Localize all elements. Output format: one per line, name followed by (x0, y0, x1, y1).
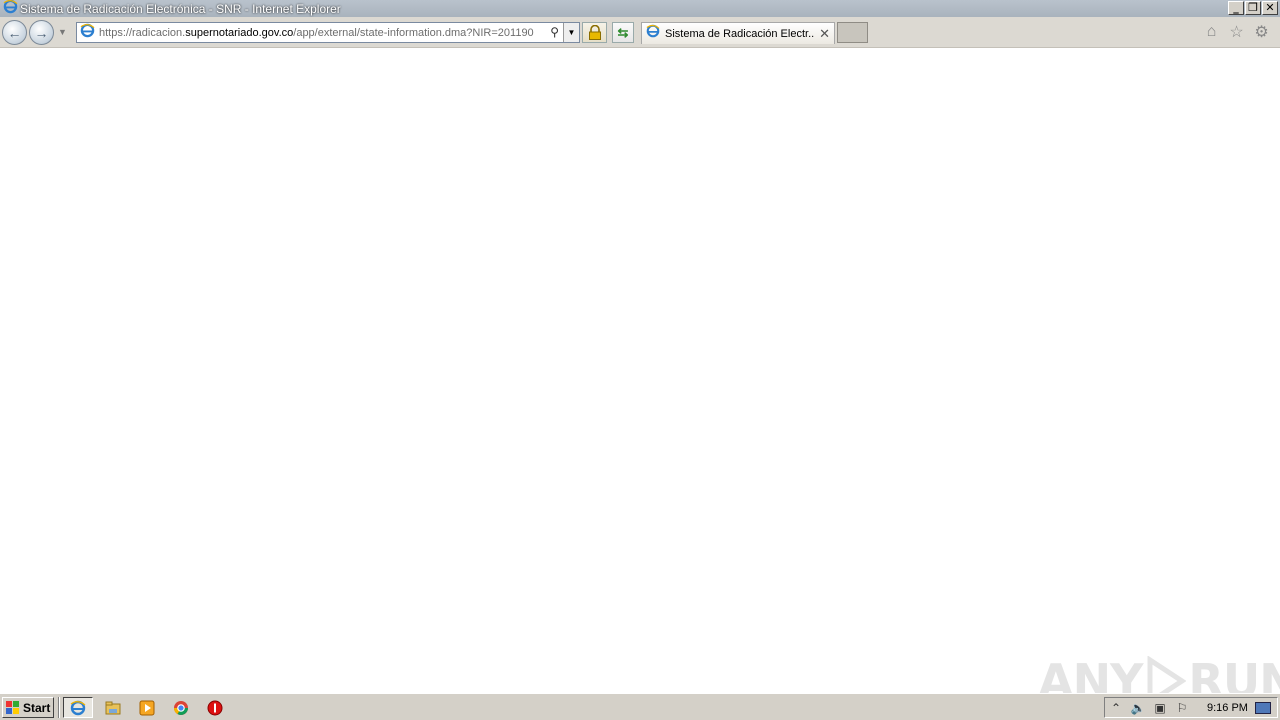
recent-pages-dropdown[interactable]: ▼ (58, 27, 67, 37)
chrome-icon (174, 700, 188, 715)
close-window-button[interactable]: ✕ (1262, 1, 1278, 15)
security-report-button[interactable] (582, 22, 607, 43)
internet-explorer-icon (3, 0, 18, 19)
tab-page-icon (646, 24, 660, 43)
search-icon[interactable]: ⚲ (550, 25, 559, 39)
restore-button[interactable]: ❐ (1245, 1, 1261, 15)
system-tray: ⌃ 🔈 ▣ ⚐ 9:16 PM (1104, 697, 1278, 718)
close-tab-icon[interactable]: ✕ (819, 26, 830, 42)
refresh-icon: ⇆ (617, 24, 629, 40)
minimize-button[interactable]: _ (1228, 1, 1244, 15)
address-bar[interactable]: https://radicacion.supernotariado.gov.co… (76, 22, 580, 43)
volume-icon[interactable]: 🔈 (1127, 701, 1149, 715)
new-tab-button[interactable] (837, 22, 868, 43)
url-path: /app/external/state-information.dma?NIR=… (293, 26, 534, 39)
show-desktop-icon[interactable] (1255, 701, 1271, 714)
internet-explorer-icon (70, 700, 86, 715)
taskbar-stop-app[interactable] (200, 697, 230, 718)
taskbar-media-player[interactable] (132, 697, 162, 718)
address-dropdown-button[interactable]: ▼ (563, 23, 579, 42)
page-icon (80, 23, 95, 43)
taskbar-file-explorer[interactable] (98, 697, 128, 718)
home-icon[interactable]: ⌂ (1203, 23, 1220, 40)
show-hidden-icons-icon[interactable]: ⌃ (1105, 701, 1127, 715)
url-domain: supernotariado.gov.co (185, 26, 294, 39)
tab-title: Sistema de Radicación Electr... (665, 27, 815, 40)
window-title: Sistema de Radicación Electrónica - SNR … (20, 1, 341, 16)
window-controls: _ ❐ ✕ (1228, 1, 1278, 15)
taskbar: Start ⌃ 🔈 ▣ ⚐ 9:16 PM (0, 693, 1280, 720)
stop-icon (207, 700, 223, 715)
taskbar-internet-explorer[interactable] (63, 697, 93, 718)
file-explorer-icon (105, 701, 121, 714)
start-button[interactable]: Start (2, 697, 54, 718)
favorites-icon[interactable]: ☆ (1228, 23, 1245, 41)
tools-icon[interactable]: ⚙ (1253, 23, 1270, 41)
taskbar-separator (58, 697, 60, 718)
taskbar-chrome[interactable] (166, 697, 196, 718)
forward-button[interactable]: → (29, 20, 54, 45)
back-button[interactable]: ← (2, 20, 27, 45)
url-prefix: https://radicacion. (99, 26, 186, 39)
start-label: Start (23, 700, 51, 715)
network-icon[interactable]: ▣ (1149, 701, 1171, 715)
windows-flag-icon (6, 700, 19, 714)
url-text[interactable]: https://radicacion.supernotariado.gov.co… (99, 27, 545, 39)
lock-icon (588, 25, 601, 40)
browser-tools: ⌂ ☆ ⚙ (1203, 23, 1270, 41)
media-player-icon (139, 700, 155, 715)
clock[interactable]: 9:16 PM (1207, 702, 1251, 714)
back-icon: ← (7, 24, 22, 41)
page-content: ANY RUN (0, 48, 1280, 708)
action-center-flag-icon[interactable]: ⚐ (1171, 701, 1193, 715)
tab-active[interactable]: Sistema de Radicación Electr... ✕ (641, 22, 835, 44)
refresh-button[interactable]: ⇆ (612, 22, 634, 43)
browser-navigation-bar: ← → ▼ https://radicacion.supernotariado.… (0, 17, 1280, 48)
forward-icon: → (34, 24, 49, 41)
window-title-bar: Sistema de Radicación Electrónica - SNR … (0, 0, 1280, 17)
